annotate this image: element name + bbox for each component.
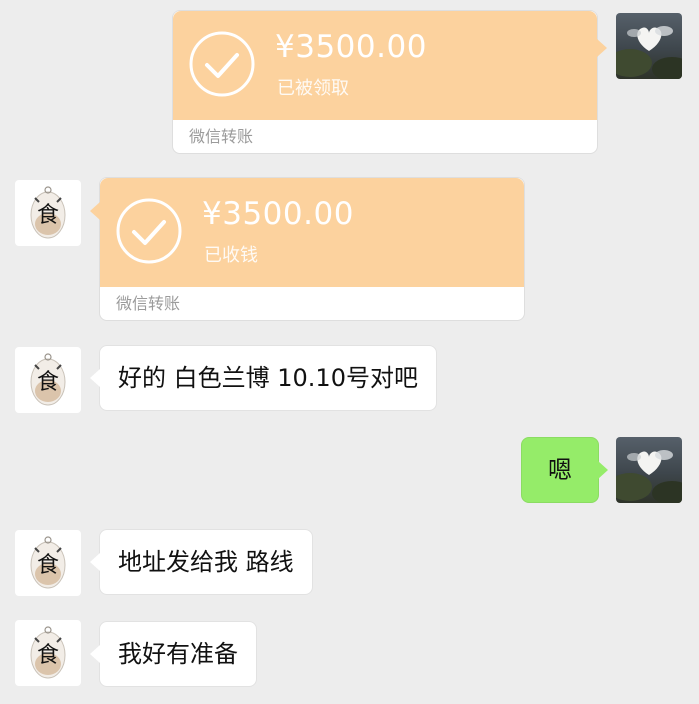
bubble-tail	[90, 202, 100, 220]
transfer-status: 已被领取	[277, 78, 349, 99]
bubble-tail	[90, 369, 100, 387]
self-avatar[interactable]	[616, 13, 682, 79]
friend-avatar[interactable]	[15, 620, 81, 686]
transfer-footer: 微信转账	[173, 120, 597, 153]
transfer-card-received[interactable]: ¥3500.00 已收钱 微信转账	[90, 177, 525, 321]
transfer-footer: 微信转账	[100, 287, 524, 320]
avatar-image	[15, 530, 81, 596]
message-text: 我好有准备	[118, 640, 238, 668]
message-text: 嗯	[548, 456, 572, 484]
avatar-image	[616, 437, 682, 503]
friend-avatar[interactable]	[15, 530, 81, 596]
transfer-card-body: ¥3500.00 已被领取	[173, 11, 597, 120]
transfer-card-sent[interactable]: ¥3500.00 已被领取 微信转账	[172, 10, 607, 154]
bubble-tail	[90, 645, 100, 663]
message-bubble-sent[interactable]: 嗯	[521, 437, 608, 503]
friend-avatar[interactable]	[15, 180, 81, 246]
avatar-image	[15, 180, 81, 246]
friend-avatar[interactable]	[15, 347, 81, 413]
avatar-image	[15, 620, 81, 686]
check-circle-icon	[116, 198, 182, 264]
message-bubble-received[interactable]: 好的 白色兰博 10.10号对吧	[90, 345, 437, 411]
message-text: 地址发给我 路线	[118, 548, 294, 576]
transfer-status: 已收钱	[204, 245, 258, 266]
avatar-image	[15, 347, 81, 413]
message-bubble-received[interactable]: 地址发给我 路线	[90, 529, 313, 595]
message-text: 好的 白色兰博 10.10号对吧	[118, 364, 418, 392]
avatar-image	[616, 13, 682, 79]
transfer-amount: ¥3500.00	[202, 196, 354, 232]
bubble-tail	[597, 39, 607, 57]
bubble-tail	[90, 553, 100, 571]
check-circle-icon	[189, 31, 255, 97]
message-bubble-received[interactable]: 我好有准备	[90, 621, 257, 687]
bubble-tail	[598, 461, 608, 479]
self-avatar[interactable]	[616, 437, 682, 503]
transfer-card-body: ¥3500.00 已收钱	[100, 178, 524, 287]
transfer-amount: ¥3500.00	[275, 29, 427, 65]
